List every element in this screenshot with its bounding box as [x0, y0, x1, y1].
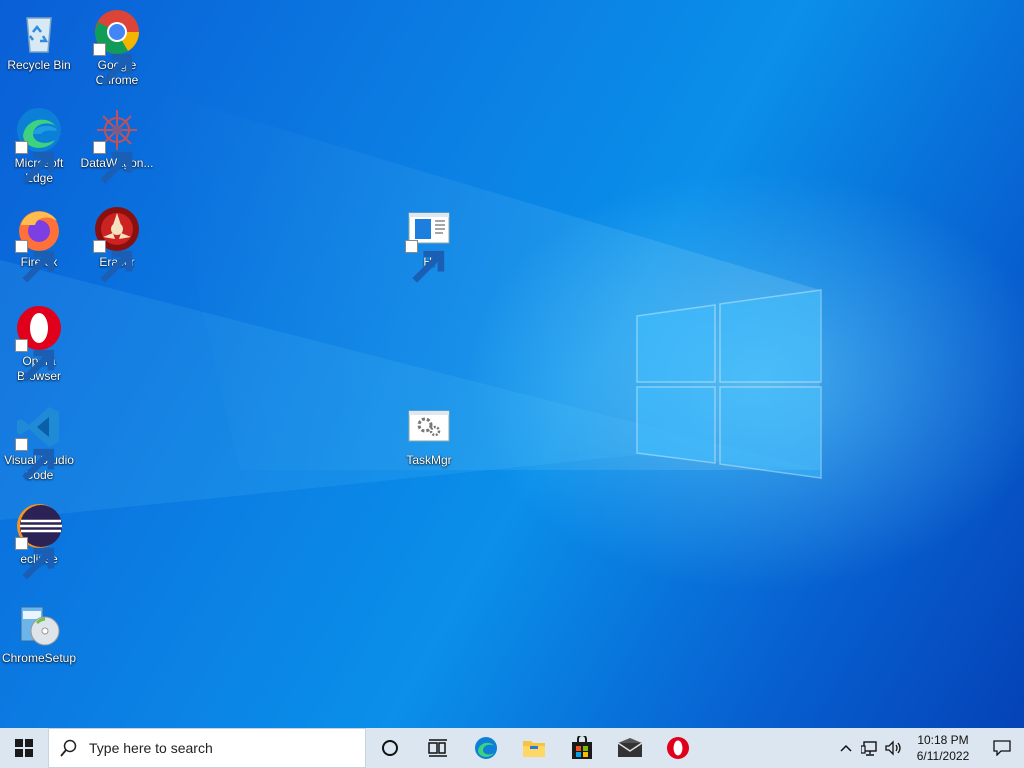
search-placeholder: Type here to search — [89, 740, 213, 756]
desktop-icon-microsoft-edge[interactable]: Microsoft Edge — [0, 106, 78, 186]
show-hidden-icons-button[interactable] — [834, 728, 858, 768]
desktop-icon-eclipse[interactable]: eclipse — [0, 502, 78, 580]
desktop-icon-firefox[interactable]: Firefox — [0, 205, 78, 283]
opera-icon — [15, 304, 63, 382]
icon-label: ChromeSetup — [1, 651, 77, 665]
recycle-bin-icon — [15, 8, 63, 56]
taskbar-opera[interactable] — [654, 728, 702, 768]
datawagon-icon — [93, 106, 141, 184]
firefox-icon — [15, 205, 63, 283]
desktop-icon-google-chrome[interactable]: Google Chrome — [78, 8, 156, 88]
taskbar-file-explorer[interactable] — [510, 728, 558, 768]
shortcut-arrow-icon — [93, 141, 133, 184]
mail-icon — [617, 738, 643, 757]
store-icon — [572, 736, 592, 759]
windows-start-icon — [15, 739, 33, 757]
icon-label: Recycle Bin — [7, 58, 71, 72]
shortcut-arrow-icon — [15, 141, 55, 184]
chevron-up-icon — [840, 744, 852, 752]
start-button[interactable] — [0, 728, 48, 768]
edge-icon — [15, 106, 63, 184]
icon-label: TaskMgr — [406, 453, 452, 467]
taskbar-mail[interactable] — [606, 728, 654, 768]
search-icon — [49, 739, 89, 757]
taskbar-search-box[interactable]: Type here to search — [48, 728, 366, 768]
eclipse-icon — [15, 502, 63, 580]
clock-date: 6/11/2022 — [916, 749, 970, 763]
windows-logo — [636, 289, 822, 479]
shortcut-arrow-icon — [15, 438, 55, 481]
vscode-icon — [15, 403, 63, 481]
opera-icon — [667, 737, 689, 759]
taskbar-edge[interactable] — [462, 728, 510, 768]
desktop-icon-hi[interactable]: Hi — [390, 205, 468, 283]
shortcut-arrow-icon — [15, 537, 55, 580]
notification-icon — [993, 740, 1011, 756]
taskbar: Type here to search 10:18 PM 6/11/2022 — [0, 728, 1024, 768]
clock-time: 10:18 PM — [917, 733, 969, 747]
taskmgr-icon — [405, 403, 453, 451]
volume-button[interactable] — [882, 728, 906, 768]
window-app-icon — [405, 205, 453, 283]
edge-icon — [475, 737, 497, 759]
shortcut-arrow-icon — [93, 43, 133, 86]
shortcut-arrow-icon — [93, 240, 133, 283]
cortana-button[interactable] — [366, 728, 414, 768]
cortana-icon — [382, 740, 398, 756]
shortcut-arrow-icon — [15, 240, 55, 283]
action-center-button[interactable] — [980, 728, 1024, 768]
file-explorer-icon — [523, 741, 545, 757]
shortcut-arrow-icon — [15, 339, 55, 382]
shortcut-arrow-icon — [405, 240, 445, 283]
network-icon — [861, 741, 877, 756]
taskbar-store[interactable] — [558, 728, 606, 768]
installer-icon — [15, 601, 63, 649]
eraser-icon — [93, 205, 141, 283]
desktop-icon-eraser[interactable]: Eraser — [78, 205, 156, 283]
network-button[interactable] — [858, 728, 882, 768]
desktop-icon-visual-studio-code[interactable]: Visual Studio Code — [0, 403, 78, 483]
volume-icon — [885, 740, 901, 756]
chrome-icon — [93, 8, 141, 86]
desktop-icon-recycle-bin[interactable]: Recycle Bin — [0, 8, 78, 73]
task-view-icon — [428, 739, 447, 757]
desktop-icon-chromesetup[interactable]: ChromeSetup — [0, 601, 78, 666]
desktop-icon-taskmgr[interactable]: TaskMgr — [390, 403, 468, 468]
desktop-icon-datawagon[interactable]: DataWagon... — [78, 106, 156, 184]
system-tray: 10:18 PM 6/11/2022 — [834, 728, 1024, 768]
task-view-button[interactable] — [414, 728, 462, 768]
desktop-icon-opera-browser[interactable]: Opera Browser — [0, 304, 78, 384]
clock[interactable]: 10:18 PM 6/11/2022 — [906, 732, 980, 764]
